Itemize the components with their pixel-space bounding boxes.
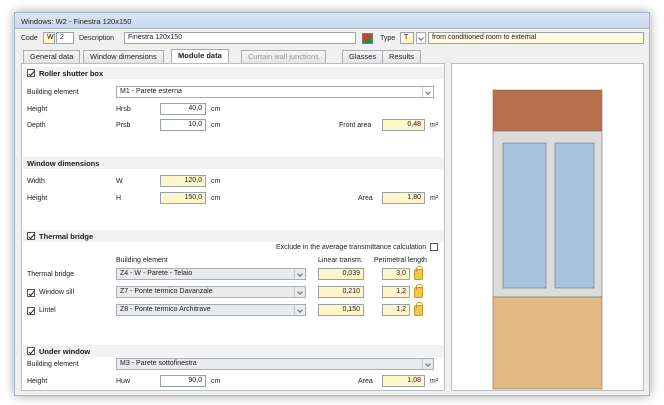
lock-icon[interactable] [414, 266, 423, 280]
thermal-bridge-element-select[interactable]: Z4 - W - Parete - Telaio [116, 268, 306, 280]
roller-shutter-checkbox[interactable] [27, 69, 35, 77]
roller-front-area-unit: m² [430, 122, 439, 129]
col-perimetral-length: Perimetral length [374, 257, 427, 264]
type-description-field: from conditioned room to external [428, 32, 644, 44]
description-label: Description [79, 35, 115, 42]
chevron-down-icon [294, 269, 305, 279]
roller-depth-input[interactable]: 10,0 [160, 119, 206, 131]
under-area-label: Area [358, 378, 373, 385]
lintel-label: Lintel [39, 307, 56, 314]
roller-depth-symbol: Prsb [116, 122, 131, 129]
roller-depth-unit: cm [211, 122, 221, 129]
lintel-linear-value: 0,150 [318, 304, 364, 316]
window-area-label: Area [358, 195, 373, 202]
thermal-bridge-length-value: 3,0 [382, 268, 410, 280]
header-row: Code W 2 Description Finestra 120x150 Ty… [19, 32, 645, 46]
thermal-bridge-row-label: Thermal bridge [27, 271, 75, 278]
tab-curtain-wall-junctions[interactable]: Curtain wall junctions [241, 50, 326, 63]
tab-window-dimensions[interactable]: Window dimensions [83, 50, 164, 63]
lock-icon[interactable] [414, 302, 423, 316]
under-window-shape [492, 296, 603, 390]
tab-module-data[interactable]: Module data [171, 49, 229, 63]
window-preview-drawing [492, 89, 603, 390]
code-prefix-field[interactable]: W [43, 32, 55, 44]
window-area-unit: m² [430, 195, 439, 202]
roller-front-area-label: Front area [339, 122, 372, 129]
under-area-value: 1,08 [382, 375, 425, 387]
lintel-element-select[interactable]: Z8 - Ponte termico Architrave [116, 304, 306, 316]
thermal-bridge-checkbox[interactable] [27, 232, 35, 240]
right-glass-pane [554, 142, 595, 289]
col-building-element: Building element [116, 257, 168, 264]
roller-building-element-label: Building element [27, 89, 79, 96]
lintel-checkbox[interactable] [27, 307, 35, 315]
under-building-element-label: Building element [27, 361, 79, 368]
roller-front-area-value: 0,48 [382, 119, 425, 131]
lintel-element-value: Z8 - Ponte termico Architrave [120, 306, 211, 313]
window-height-unit: cm [211, 195, 221, 202]
exclude-average-checkbox[interactable] [430, 243, 438, 251]
under-building-element-select[interactable]: M3 - Parete sottofinestra [116, 358, 434, 370]
under-height-label: Height [27, 378, 48, 385]
window-sill-element-value: Z7 - Ponte termico Davanzale [120, 288, 213, 295]
window-sill-linear-value: 0,210 [318, 286, 364, 298]
exclude-average-label: Exclude in the average transmittance cal… [276, 244, 427, 251]
code-label: Code [21, 35, 38, 42]
under-height-input[interactable]: 90,0 [160, 375, 206, 387]
flag-icon[interactable] [362, 33, 373, 44]
under-height-unit: cm [211, 378, 221, 385]
window-sill-length-value: 1,2 [382, 286, 410, 298]
code-number-field[interactable]: 2 [56, 32, 74, 44]
tab-glasses[interactable]: Glasses [342, 50, 384, 63]
roller-height-symbol: Hrsb [116, 106, 131, 113]
window-preview [451, 63, 644, 391]
shutter-box-shape [492, 89, 603, 132]
window-dimensions-title: Window dimensions [27, 159, 100, 168]
col-linear-transm: Linear transm. [318, 257, 363, 264]
chevron-down-icon [294, 305, 305, 315]
window-title: Windows: W2 - Finestra 120x150 [21, 17, 132, 26]
window-area-value: 1,80 [382, 192, 425, 204]
type-label: Type [380, 35, 396, 42]
window-height-value: 150,0 [160, 192, 206, 204]
under-building-element-value: M3 - Parete sottofinestra [120, 360, 197, 367]
window-sill-element-select[interactable]: Z7 - Ponte termico Davanzale [116, 286, 306, 298]
thermal-bridge-linear-value: 0,039 [318, 268, 364, 280]
window-dialog: Windows: W2 - Finestra 120x150 Code W 2 … [14, 12, 650, 396]
window-height-symbol: H [116, 195, 122, 202]
width-symbol: W [116, 178, 123, 185]
type-code-field[interactable]: T [400, 32, 414, 44]
lintel-length-value: 1,2 [382, 304, 410, 316]
tab-general-data[interactable]: General data [23, 50, 81, 63]
roller-building-element-select[interactable]: M1 - Parete esterna [116, 86, 434, 98]
chevron-down-icon [294, 287, 305, 297]
under-height-symbol: Huw [116, 378, 131, 385]
width-label: Width [27, 178, 45, 185]
roller-shutter-title: Roller shutter box [39, 69, 104, 78]
chevron-down-icon [422, 87, 433, 97]
under-area-unit: m² [430, 378, 439, 385]
width-value: 120,0 [160, 175, 206, 187]
type-dropdown-chevron-icon[interactable] [416, 32, 426, 44]
description-field[interactable]: Finestra 120x150 [124, 32, 356, 44]
roller-depth-label: Depth [27, 122, 46, 129]
window-height-label: Height [27, 195, 48, 202]
roller-height-input[interactable]: 40,0 [160, 103, 206, 115]
module-data-panel: Roller shutter box Building element M1 -… [21, 63, 445, 391]
roller-building-element-value: M1 - Parete esterna [120, 88, 182, 95]
roller-height-label: Height [27, 106, 48, 113]
left-glass-pane [502, 142, 547, 289]
title-bar: Windows: W2 - Finestra 120x150 [15, 13, 649, 29]
roller-height-unit: cm [211, 106, 221, 113]
width-unit: cm [211, 178, 221, 185]
lock-icon[interactable] [414, 284, 423, 298]
window-sill-label: Window sill [39, 289, 75, 296]
under-window-checkbox[interactable] [27, 347, 35, 355]
under-window-title: Under window [39, 347, 91, 356]
thermal-bridge-element-value: Z4 - W - Parete - Telaio [120, 270, 193, 277]
window-sill-checkbox[interactable] [27, 289, 35, 297]
chevron-down-icon [422, 359, 433, 369]
tab-results[interactable]: Results [382, 50, 422, 63]
thermal-bridge-title: Thermal bridge [39, 232, 94, 241]
